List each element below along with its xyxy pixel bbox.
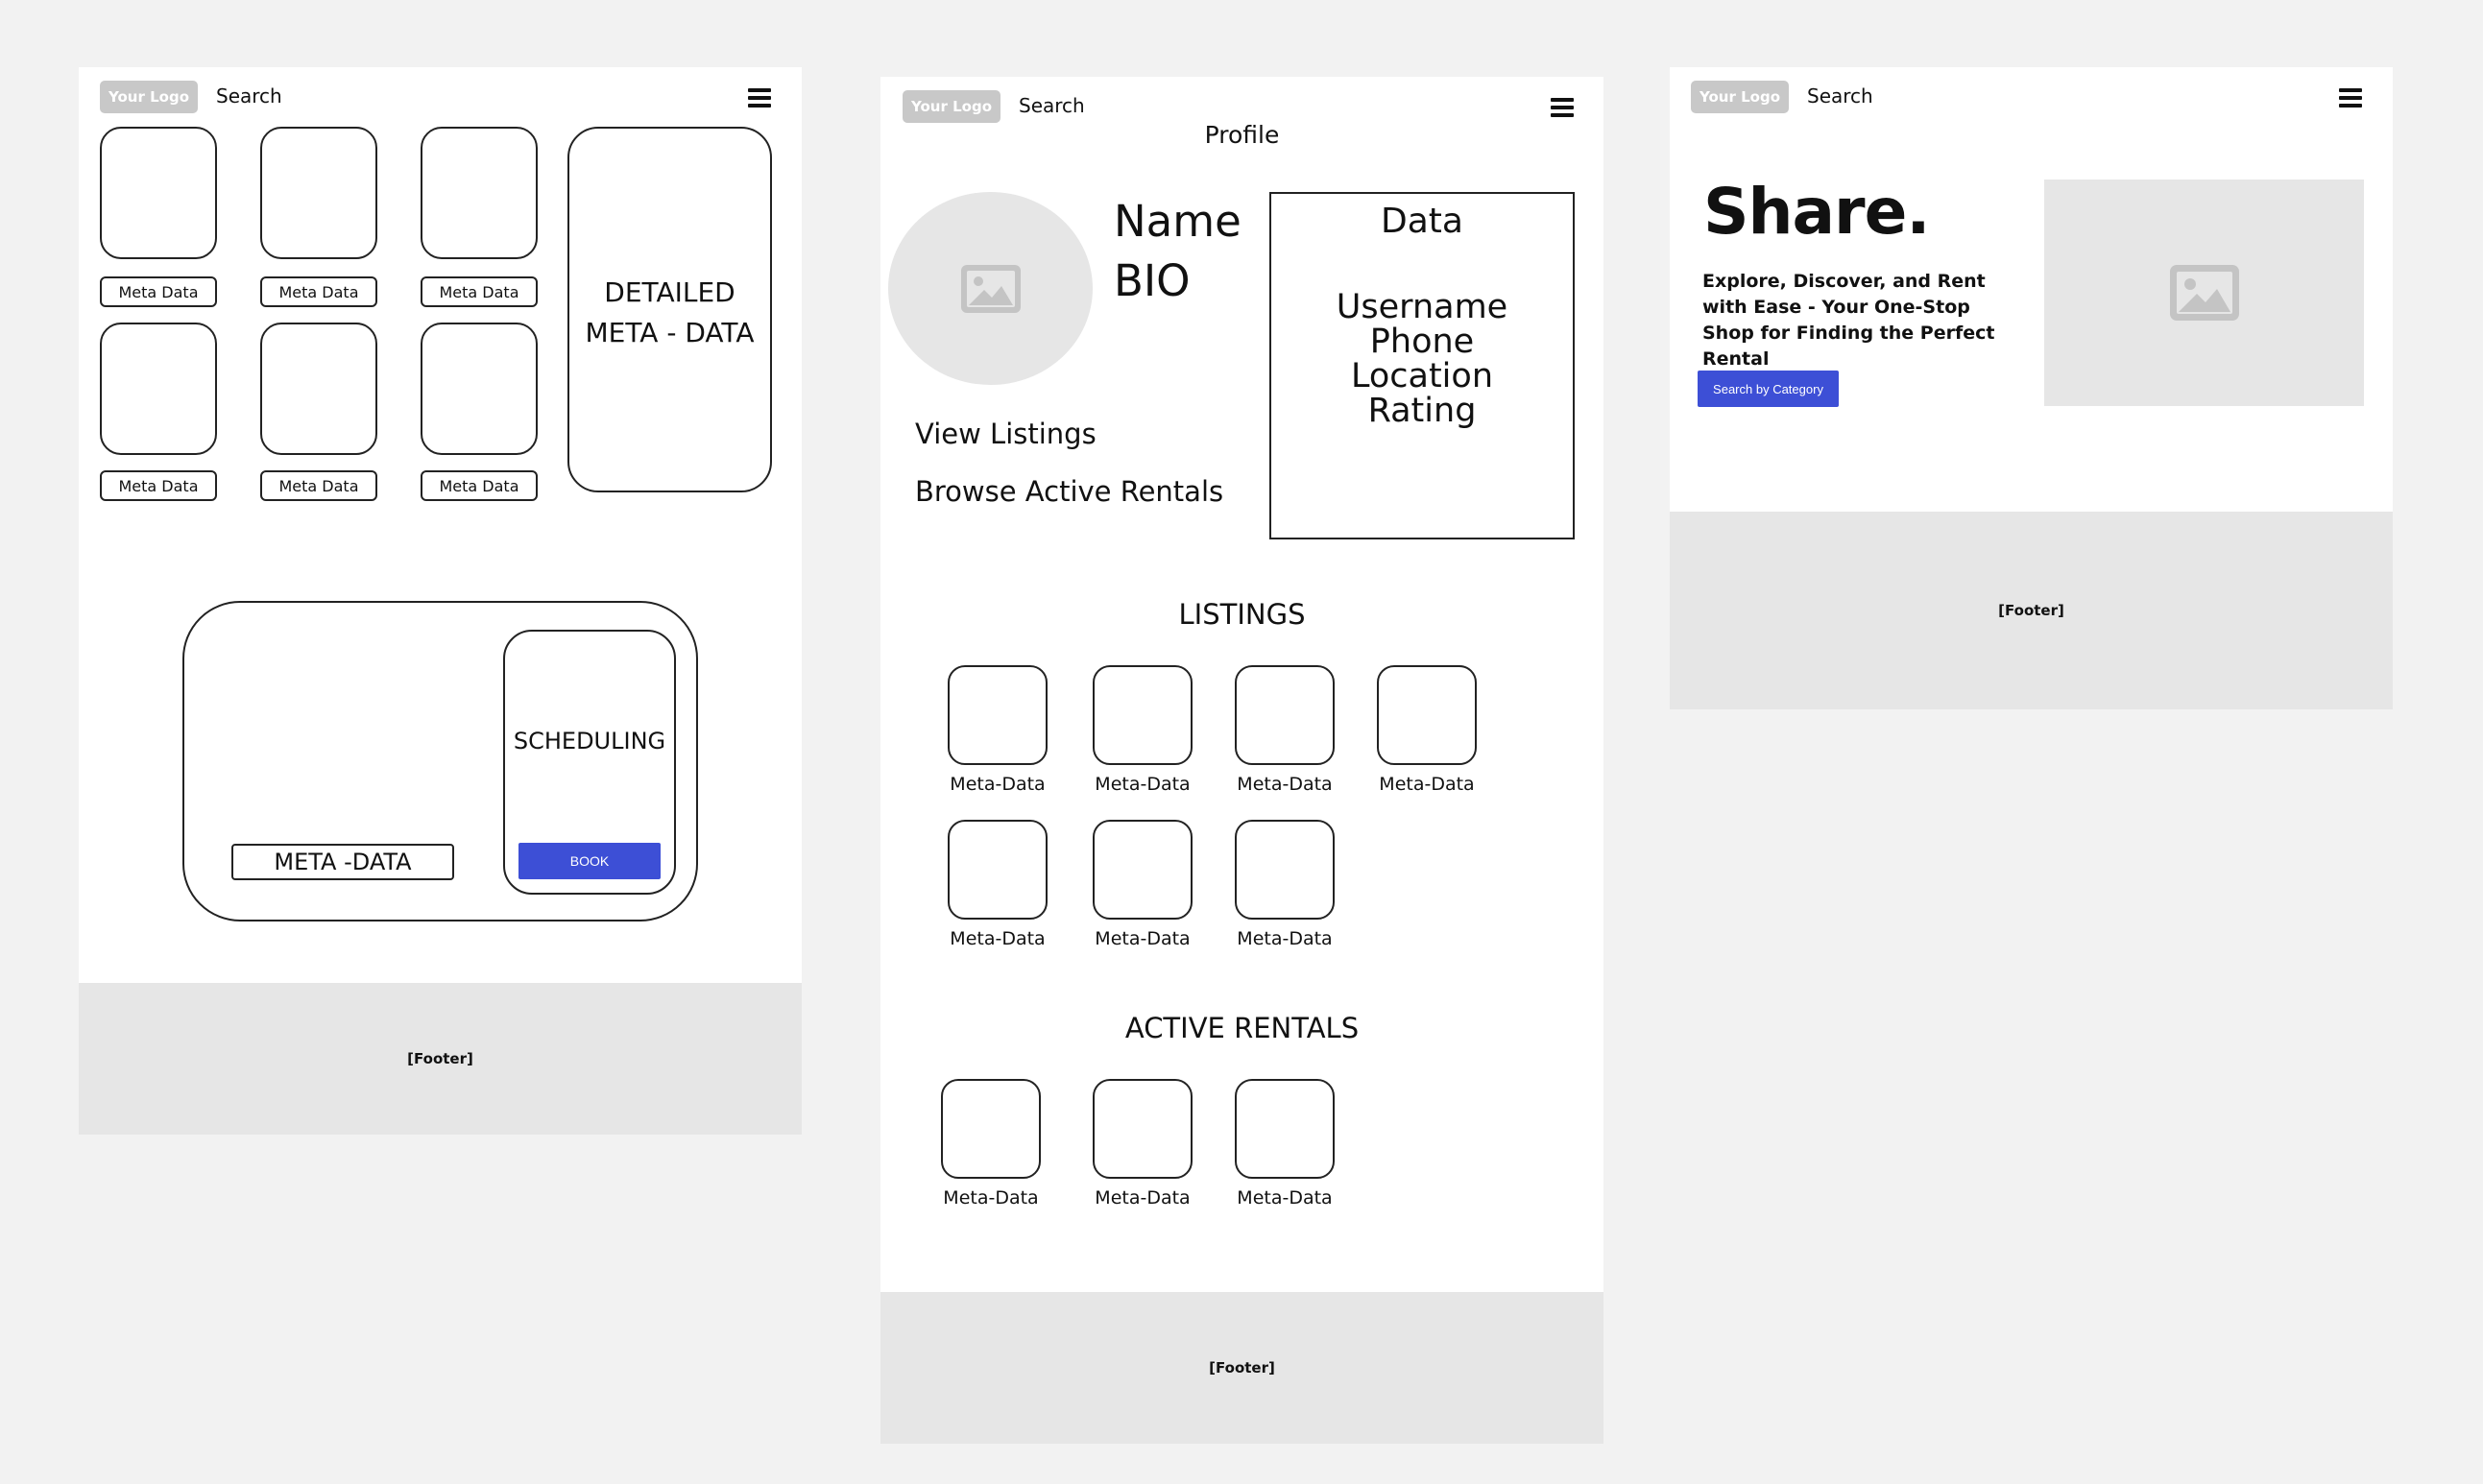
listing-label: Meta-Data (1095, 928, 1191, 949)
thumbnail[interactable] (421, 127, 538, 259)
listing-thumbnail[interactable] (1377, 665, 1477, 765)
hero-headline: Share. (1703, 175, 1930, 249)
thumbnail[interactable] (260, 323, 377, 455)
booking-card: META -DATA SCHEDULING BOOK (182, 601, 698, 922)
profile-data-panel: Data Username Phone Location Rating (1269, 192, 1575, 539)
footer: [Footer] (880, 1292, 1603, 1444)
listing-label: Meta-Data (950, 928, 1046, 949)
logo[interactable]: Your Logo (1691, 81, 1789, 113)
rental-label: Meta-Data (1237, 1187, 1333, 1209)
scheduling-title: SCHEDULING (513, 728, 666, 754)
menu-icon[interactable] (748, 88, 771, 108)
search-link[interactable]: Search (1807, 84, 1873, 108)
thumbnail[interactable] (100, 127, 217, 259)
search-by-category-button[interactable]: Search by Category (1698, 371, 1839, 407)
listing-thumbnail[interactable] (948, 820, 1048, 920)
listings-heading: LISTINGS (1178, 598, 1306, 631)
data-fields: Username Phone Location Rating (1271, 290, 1573, 428)
meta-data-label: Meta Data (421, 276, 538, 307)
detailed-meta-data-panel: DETAILED META - DATA (567, 127, 772, 492)
scheduling-panel: SCHEDULING BOOK (503, 630, 676, 895)
footer: [Footer] (79, 983, 802, 1135)
meta-data-label: Meta Data (260, 470, 377, 501)
meta-data-field: META -DATA (231, 844, 454, 880)
data-field-location: Location (1350, 357, 1494, 395)
listing-thumbnail[interactable] (1235, 665, 1335, 765)
rental-thumbnail[interactable] (1093, 1079, 1193, 1179)
rental-label: Meta-Data (943, 1187, 1039, 1209)
active-rentals-heading: ACTIVE RENTALS (1124, 1012, 1360, 1044)
listing-label: Meta-Data (950, 774, 1046, 795)
meta-data-label: Meta Data (421, 470, 538, 501)
meta-data-label: Meta Data (100, 470, 217, 501)
rental-thumbnail[interactable] (941, 1079, 1041, 1179)
hero-image-placeholder (2044, 180, 2364, 406)
listing-label: Meta-Data (1237, 774, 1333, 795)
profile-bio: BIO (1114, 255, 1191, 306)
profile-frame: Your Logo Search Profile Name BIO Data U… (880, 77, 1603, 1444)
listing-detail-frame: Your Logo Search Meta Data Meta Data Met… (79, 67, 802, 1135)
meta-data-label: Meta Data (260, 276, 377, 307)
listing-thumbnail[interactable] (1093, 820, 1193, 920)
logo[interactable]: Your Logo (903, 90, 1000, 123)
home-frame: Your Logo Search Share. Explore, Discove… (1670, 67, 2393, 709)
listing-thumbnail[interactable] (1093, 665, 1193, 765)
hero-subtext: Explore, Discover, and Rent with Ease - … (1702, 271, 1995, 370)
browse-active-rentals-link[interactable]: Browse Active Rentals (915, 475, 1223, 508)
search-link[interactable]: Search (216, 84, 282, 108)
data-field-username: Username (1336, 288, 1508, 326)
listing-thumbnail[interactable] (1235, 820, 1335, 920)
avatar (888, 192, 1093, 385)
view-listings-link[interactable]: View Listings (915, 418, 1097, 450)
logo[interactable]: Your Logo (100, 81, 198, 113)
rental-label: Meta-Data (1095, 1187, 1191, 1209)
data-field-rating: Rating (1367, 392, 1477, 430)
data-field-phone: Phone (1369, 323, 1475, 361)
listing-thumbnail[interactable] (948, 665, 1048, 765)
listing-label: Meta-Data (1095, 774, 1191, 795)
book-button[interactable]: BOOK (518, 843, 661, 879)
thumbnail[interactable] (260, 127, 377, 259)
meta-data-label: Meta Data (100, 276, 217, 307)
listing-label: Meta-Data (1379, 774, 1475, 795)
listing-label: Meta-Data (1237, 928, 1333, 949)
detailed-meta-data-title: DETAILED META - DATA (585, 276, 755, 348)
image-placeholder-icon (960, 264, 1021, 313)
profile-name: Name (1114, 196, 1242, 247)
rental-thumbnail[interactable] (1235, 1079, 1335, 1179)
image-placeholder-icon (2169, 265, 2239, 321)
menu-icon[interactable] (1551, 98, 1574, 117)
thumbnail[interactable] (421, 323, 538, 455)
footer: [Footer] (1670, 512, 2393, 709)
data-title: Data (1381, 202, 1463, 241)
thumbnail[interactable] (100, 323, 217, 455)
menu-icon[interactable] (2339, 88, 2362, 108)
search-link[interactable]: Search (1019, 94, 1085, 117)
page-title: Profile (1204, 121, 1280, 149)
